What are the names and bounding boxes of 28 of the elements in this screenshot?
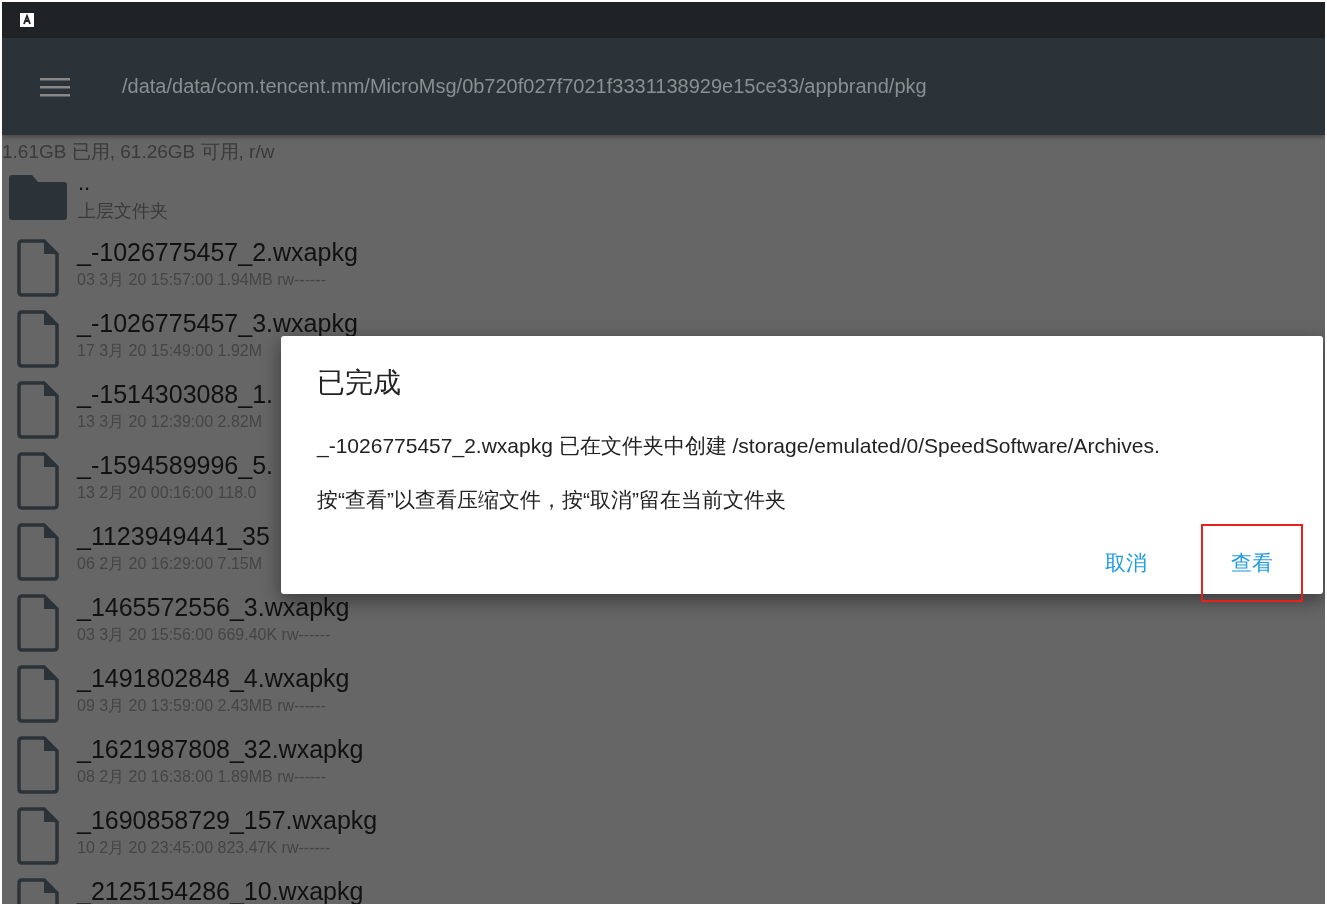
file-name[interactable]: _1621987808_32.wxapkg — [77, 737, 364, 761]
file-icon — [17, 807, 59, 865]
file-icon — [17, 310, 59, 368]
folder-name[interactable]: .. — [78, 171, 168, 195]
file-name[interactable]: _1690858729_157.wxapkg — [77, 808, 378, 832]
file-name[interactable]: _-1026775457_2.wxapkg — [77, 240, 358, 264]
file-name[interactable]: _-1514303088_1. — [77, 382, 274, 406]
app-notification-icon — [19, 12, 35, 28]
file-name[interactable]: _1123949441_35 — [77, 524, 270, 548]
file-icon — [17, 452, 59, 510]
file-icon — [17, 523, 59, 581]
dialog-hint: 按“查看”以查看压缩文件，按“取消”留在当前文件夹 — [317, 487, 787, 513]
file-icon — [17, 736, 59, 794]
file-name[interactable]: _-1594589996_5. — [77, 453, 274, 477]
dialog-button[interactable]: 取消 — [1075, 524, 1177, 602]
file-name[interactable]: _-1026775457_3.wxapkg — [77, 311, 358, 335]
file-icon — [17, 665, 59, 723]
file-icon — [17, 239, 59, 297]
dialog-title: 已完成 — [317, 366, 402, 400]
file-name[interactable]: _1491802848_4.wxapkg — [77, 666, 350, 690]
file-icon — [17, 594, 59, 652]
folder-icon — [8, 173, 68, 221]
folder-path: /data/data/com.tencent.mm/MicroMsg/0b720f027f7021f3331138929e15ce33/appbrand/pkg — [122, 75, 927, 98]
file-icon — [17, 381, 59, 439]
file-name[interactable]: _1465572556_3.wxapkg — [77, 595, 350, 619]
dialog-message: _-1026775457_2.wxapkg 已在文件夹中创建 /storage/emulated/0/SpeedSoftware/Archives. — [317, 433, 1161, 460]
menu-icon[interactable] — [40, 76, 70, 97]
dialog-button[interactable]: 查看 — [1201, 524, 1303, 602]
